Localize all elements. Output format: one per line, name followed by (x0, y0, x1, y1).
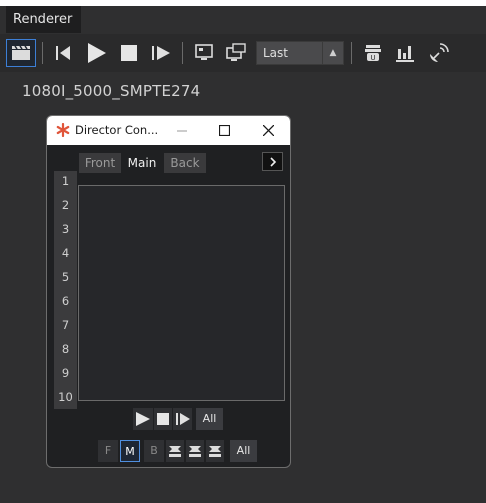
maximize-icon (218, 125, 230, 136)
stop-icon (157, 413, 169, 425)
dialog-title: Director Con... (75, 123, 159, 137)
playback-controls: All (133, 408, 283, 430)
row-number[interactable]: 5 (54, 270, 77, 284)
dialog-titlebar[interactable]: Director Con... (47, 116, 290, 145)
clapperboard-icon (12, 45, 30, 60)
row-number[interactable]: 6 (54, 294, 77, 308)
dialog-continue-button[interactable] (173, 408, 192, 430)
row-number[interactable]: 4 (54, 246, 77, 260)
toolbar-separator (182, 42, 183, 64)
play-button[interactable] (81, 39, 111, 67)
layer-stack-icon (189, 446, 201, 457)
toolbar-separator (351, 42, 352, 64)
play-all-button[interactable]: All (196, 408, 223, 430)
render-mode-select[interactable]: Last ▲ (256, 41, 344, 65)
row-number[interactable]: 7 (54, 318, 77, 332)
svg-text:U: U (370, 54, 375, 62)
close-button[interactable] (246, 116, 290, 145)
layer-stack-icon (209, 446, 221, 457)
row-number[interactable]: 10 (54, 390, 77, 404)
next-page-button[interactable] (262, 152, 283, 171)
close-icon (262, 125, 274, 136)
continue-icon (175, 413, 190, 425)
minimize-icon (177, 130, 187, 131)
row-number[interactable]: 8 (54, 342, 77, 356)
bar-chart-icon (396, 46, 414, 62)
external-monitor-button[interactable] (222, 39, 250, 67)
maximize-button[interactable] (202, 116, 246, 145)
bar-chart-button[interactable] (391, 39, 419, 67)
tab-front[interactable]: Front (79, 153, 121, 173)
external-monitor-icon (226, 43, 246, 61)
chevron-right-icon (269, 156, 276, 167)
director-control-dialog: Director Con... Front Main Back 1 2 3 4 … (46, 115, 291, 468)
play-icon (136, 412, 150, 426)
row-number[interactable]: 1 (54, 174, 77, 188)
layer-stack-button[interactable] (186, 440, 204, 462)
toolbar-separator (42, 42, 43, 64)
layer-stack-button[interactable] (166, 440, 184, 462)
row-number[interactable]: 2 (54, 198, 77, 212)
satellite-button[interactable] (424, 39, 452, 67)
row-number[interactable]: 9 (54, 366, 77, 380)
minimize-button[interactable] (160, 116, 204, 145)
layer-stack-icon (169, 446, 181, 457)
monitor-button[interactable] (190, 39, 218, 67)
tab-back[interactable]: Back (164, 153, 206, 173)
layer-button[interactable]: U (360, 39, 386, 67)
row-number[interactable]: 3 (54, 222, 77, 236)
skip-to-start-icon (56, 46, 70, 60)
director-tabs: Front Main Back (47, 153, 290, 175)
continue-button[interactable] (147, 39, 175, 67)
stop-button[interactable] (116, 39, 142, 67)
renderer-tab[interactable]: Renderer (6, 6, 81, 33)
render-mode-value: Last (263, 46, 288, 60)
monitor-icon (195, 44, 213, 60)
scene-name: 1080I_5000_SMPTE274 (22, 82, 201, 100)
spin-arrows-icon[interactable]: ▲ (322, 42, 343, 64)
renderer-toolbar: Last ▲ U (0, 34, 486, 72)
layer-main-button[interactable]: M (120, 440, 140, 462)
layer-all-button[interactable]: All (230, 440, 257, 462)
clapperboard-button[interactable] (6, 39, 36, 67)
asterisk-logo-icon (56, 123, 70, 137)
skip-to-start-button[interactable] (50, 39, 76, 67)
play-icon (88, 43, 106, 63)
satellite-icon (430, 43, 449, 62)
dialog-stop-button[interactable] (154, 408, 172, 430)
layer-back-button[interactable]: B (144, 440, 164, 462)
layer-front-button[interactable]: F (98, 440, 118, 462)
layer-stack-button[interactable] (206, 440, 224, 462)
row-number-column: 1 2 3 4 5 6 7 8 9 10 (54, 171, 77, 409)
continue-icon (152, 46, 170, 60)
stop-icon (121, 45, 137, 61)
tab-main[interactable]: Main (123, 153, 161, 173)
dialog-play-button[interactable] (133, 408, 153, 430)
director-list[interactable] (78, 185, 285, 401)
layer-icon: U (365, 45, 381, 62)
